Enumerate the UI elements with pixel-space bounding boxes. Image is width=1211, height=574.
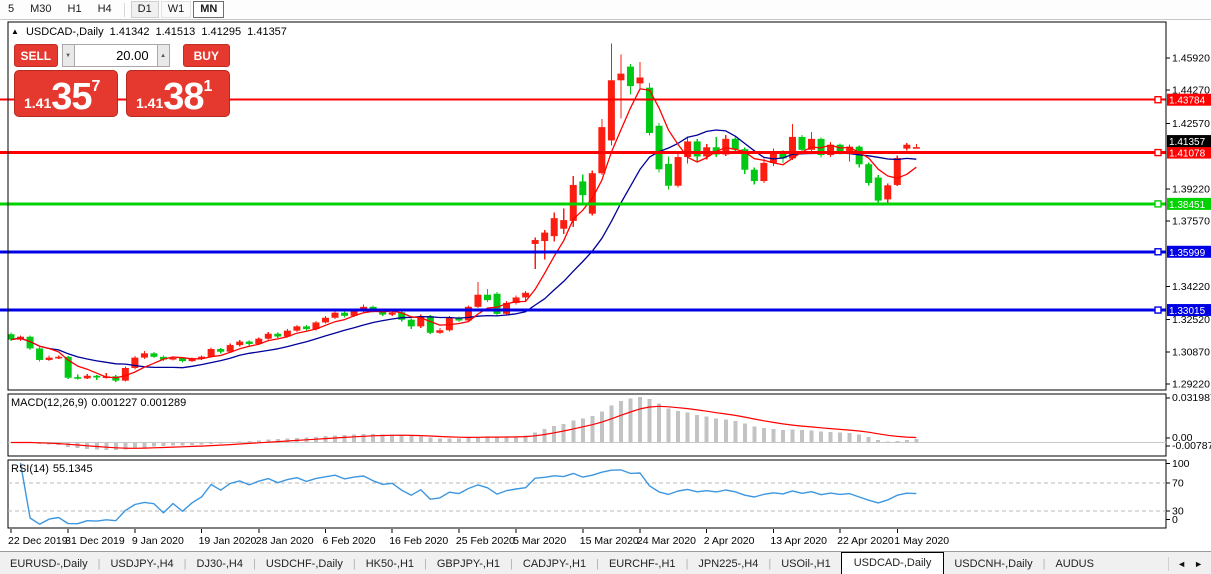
svg-text:1.38451: 1.38451 — [1169, 200, 1206, 211]
svg-text:2 Apr 2020: 2 Apr 2020 — [704, 535, 755, 547]
tab-scroll-left-icon[interactable]: ◄ — [1177, 559, 1186, 569]
buy-price-big: 38 — [163, 81, 203, 113]
volume-decrease-button[interactable]: ▼ — [62, 44, 75, 67]
svg-text:0.031987: 0.031987 — [1172, 392, 1211, 404]
rsi-name: RSI(14) — [11, 463, 49, 475]
macd-axis: 0.0319870.00-0.007879 — [1166, 392, 1211, 452]
svg-text:19 Jan 2020: 19 Jan 2020 — [199, 535, 257, 547]
svg-text:22 Apr 2020: 22 Apr 2020 — [837, 535, 894, 547]
symbol-tab-strip: EURUSD-,Daily|USDJPY-,H4|DJ30-,H4|USDCHF… — [0, 552, 1168, 574]
svg-text:24 Mar 2020: 24 Mar 2020 — [637, 535, 696, 547]
ohlc-low: 1.41295 — [201, 26, 241, 38]
level-line-1.35999[interactable] — [0, 249, 1166, 255]
tab-cadjpy-h1[interactable]: CADJPY-,H1 — [513, 555, 596, 573]
svg-text:0: 0 — [1172, 514, 1178, 526]
tab-gbpjpy-h1[interactable]: GBPJPY-,H1 — [427, 555, 510, 573]
svg-text:13 Apr 2020: 13 Apr 2020 — [770, 535, 827, 547]
tab-usoil-h1[interactable]: USOil-,H1 — [771, 555, 841, 573]
ma-slow-line — [11, 130, 916, 368]
level-line-1.33015[interactable] — [0, 307, 1166, 313]
one-click-trading-widget: SELL ▼ 20.00 ▲ BUY 1.41357 1.41381 — [14, 44, 230, 117]
svg-text:1.34220: 1.34220 — [1172, 281, 1210, 293]
tab-audus[interactable]: AUDUS — [1045, 555, 1104, 573]
sell-price-prefix: 1.41 — [24, 94, 51, 113]
ma-fast-line — [11, 89, 916, 378]
level-line-1.41078[interactable] — [0, 150, 1166, 156]
svg-text:1 May 2020: 1 May 2020 — [894, 535, 949, 547]
sell-price-big: 35 — [51, 81, 91, 113]
tab-scroll-arrows: ◄ ► — [1168, 557, 1211, 571]
svg-text:31 Dec 2019: 31 Dec 2019 — [65, 535, 125, 547]
svg-text:15 Mar 2020: 15 Mar 2020 — [580, 535, 639, 547]
svg-text:1.33015: 1.33015 — [1169, 306, 1206, 317]
volume-input[interactable]: 20.00 — [75, 44, 157, 67]
sell-button[interactable]: SELL — [14, 44, 58, 67]
tab-eurchf-h1[interactable]: EURCHF-,H1 — [599, 555, 686, 573]
svg-text:9 Jan 2020: 9 Jan 2020 — [132, 535, 184, 547]
trading-terminal-window: 5 M30 H1 H4 D1 W1 MN 1.459201.442701.425… — [0, 0, 1211, 574]
macd-values: 0.001227 0.001289 — [91, 397, 186, 409]
svg-text:1.39220: 1.39220 — [1172, 183, 1210, 195]
svg-text:1.41078: 1.41078 — [1169, 149, 1206, 160]
sell-price-panel[interactable]: 1.41357 — [14, 70, 118, 117]
sell-price-sup: 7 — [92, 78, 101, 96]
svg-text:1.35999: 1.35999 — [1169, 248, 1206, 259]
tab-eurusd-daily[interactable]: EURUSD-,Daily — [0, 555, 98, 573]
chart-title: ▲ USDCAD-,Daily 1.41342 1.41513 1.41295 … — [11, 26, 290, 38]
tab-hk50-h1[interactable]: HK50-,H1 — [356, 555, 424, 573]
svg-text:-0.007879: -0.007879 — [1172, 440, 1211, 452]
arrow-up-icon: ▲ — [160, 53, 166, 59]
svg-text:22 Dec 2019: 22 Dec 2019 — [8, 535, 68, 547]
volume-increase-button[interactable]: ▲ — [157, 44, 170, 67]
volume-spinner: ▼ 20.00 ▲ — [62, 44, 170, 67]
tab-scroll-right-icon[interactable]: ► — [1194, 559, 1203, 569]
ohlc-high: 1.41513 — [156, 26, 196, 38]
svg-text:1.42570: 1.42570 — [1172, 118, 1210, 130]
svg-text:25 Feb 2020: 25 Feb 2020 — [456, 535, 515, 547]
svg-text:1.30870: 1.30870 — [1172, 346, 1210, 358]
svg-text:1.37570: 1.37570 — [1172, 216, 1210, 228]
svg-text:1.41357: 1.41357 — [1169, 137, 1206, 148]
tab-usdcad-daily[interactable]: USDCAD-,Daily — [841, 552, 945, 574]
tab-jpn225-h4[interactable]: JPN225-,H4 — [688, 555, 768, 573]
svg-text:100: 100 — [1172, 458, 1190, 470]
svg-text:70: 70 — [1172, 478, 1184, 490]
macd-name: MACD(12,26,9) — [11, 397, 87, 409]
buy-price-sup: 1 — [204, 78, 213, 96]
svg-text:6 Feb 2020: 6 Feb 2020 — [322, 535, 375, 547]
svg-text:1.45920: 1.45920 — [1172, 53, 1210, 65]
rsi-axis: 10070300 — [1166, 458, 1190, 526]
rsi-panel — [8, 463, 1166, 524]
chart-symbol-label: USDCAD-,Daily — [26, 26, 104, 38]
svg-text:16 Feb 2020: 16 Feb 2020 — [389, 535, 448, 547]
macd-label: MACD(12,26,9) 0.001227 0.001289 — [11, 397, 190, 409]
tab-usdcnh-daily[interactable]: USDCNH-,Daily — [944, 555, 1042, 573]
symbol-tab-bar: EURUSD-,Daily|USDJPY-,H4|DJ30-,H4|USDCHF… — [0, 551, 1211, 574]
ohlc-open: 1.41342 — [110, 26, 150, 38]
buy-price-prefix: 1.41 — [136, 94, 163, 113]
collapse-widget-icon[interactable]: ▲ — [11, 27, 19, 36]
arrow-down-icon: ▼ — [65, 53, 71, 59]
rsi-label: RSI(14) 55.1345 — [11, 463, 97, 475]
buy-price-panel[interactable]: 1.41381 — [126, 70, 230, 117]
tab-usdchf-daily[interactable]: USDCHF-,Daily — [256, 555, 353, 573]
date-axis: 22 Dec 201931 Dec 2019 9 Jan 2020 19 Jan 2… — [8, 529, 949, 547]
tab-dj30-h4[interactable]: DJ30-,H4 — [187, 555, 253, 573]
rsi-value: 55.1345 — [53, 463, 93, 475]
svg-text:28 Jan 2020: 28 Jan 2020 — [256, 535, 314, 547]
svg-text:1.43784: 1.43784 — [1169, 96, 1206, 107]
svg-text:1.29220: 1.29220 — [1172, 379, 1210, 391]
buy-button[interactable]: BUY — [183, 44, 230, 67]
ohlc-close: 1.41357 — [247, 26, 287, 38]
svg-text:5 Mar 2020: 5 Mar 2020 — [513, 535, 566, 547]
tab-usdjpy-h4[interactable]: USDJPY-,H4 — [100, 555, 183, 573]
